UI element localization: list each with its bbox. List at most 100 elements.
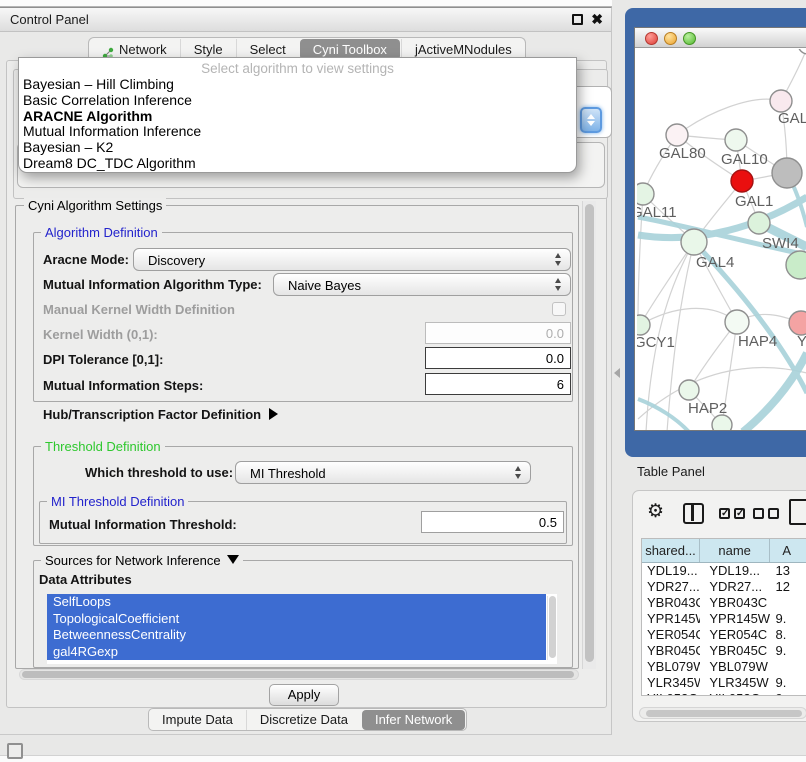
table-row[interactable]: YDR27...YDR27...12 xyxy=(642,579,806,595)
tab-infer-network[interactable]: Infer Network xyxy=(362,710,465,730)
data-attributes-list: SelfLoopsTopologicalCoefficientBetweenne… xyxy=(47,594,557,664)
table-cell: YIL052C xyxy=(700,691,771,696)
close-icon[interactable]: ✖ xyxy=(591,11,603,28)
kernel-width-label: Kernel Width (0,1): xyxy=(43,327,158,342)
zoom-traffic-light-icon[interactable] xyxy=(683,32,696,45)
network-window: GALGAL80GAL10GAL1GAL11SWI4GAL4GCY1HAP4YH… xyxy=(634,27,806,431)
column-header-partial[interactable]: A xyxy=(770,539,806,562)
network-node[interactable] xyxy=(712,415,732,430)
network-node[interactable] xyxy=(798,49,806,54)
minimized-panel-icon[interactable] xyxy=(7,743,23,759)
data-attributes-label: Data Attributes xyxy=(39,572,132,587)
table-row[interactable]: YBL079WYBL079W xyxy=(642,659,806,675)
algorithm-dropdown-popup: Select algorithm to view settings Bayesi… xyxy=(18,57,577,173)
table-row[interactable]: YBR045CYBR045C9. xyxy=(642,643,806,659)
combo-stepper-icon xyxy=(555,278,561,291)
sources-title: Sources for Network Inference xyxy=(45,553,221,568)
table-cell: YDR27... xyxy=(700,579,771,595)
sources-toggle[interactable]: Sources for Network Inference xyxy=(41,553,243,568)
algorithm-definition-title: Algorithm Definition xyxy=(41,225,162,240)
dpi-tolerance-field[interactable]: 0.0 xyxy=(425,347,571,369)
table-cell: YDL19... xyxy=(700,563,771,579)
apply-button[interactable]: Apply xyxy=(269,684,339,706)
data-attribute-item[interactable]: TopologicalCoefficient xyxy=(47,611,546,628)
aracne-mode-combobox[interactable]: Discovery xyxy=(133,248,571,271)
table-row[interactable]: YER054CYER054C8. xyxy=(642,627,806,643)
table-cell: YDL19... xyxy=(642,563,700,579)
data-attribute-item[interactable]: gal4RGexp xyxy=(47,644,546,661)
aracne-mode-value: Discovery xyxy=(148,253,205,268)
tab-label: Infer Network xyxy=(375,712,452,727)
data-attribute-item[interactable]: BetweennessCentrality xyxy=(47,627,546,644)
network-node[interactable] xyxy=(748,212,770,234)
settings-vertical-scrollbar[interactable] xyxy=(582,201,596,669)
algorithm-option[interactable]: Bayesian – Hill Climbing xyxy=(19,77,576,93)
algorithm-option[interactable]: ARACNE Algorithm xyxy=(19,109,576,125)
network-node-label: GAL11 xyxy=(637,204,677,221)
network-node[interactable] xyxy=(681,229,707,255)
algorithm-option[interactable]: Basic Correlation Inference xyxy=(19,93,576,109)
column-header-name[interactable]: name xyxy=(700,539,770,562)
network-node-label: HAP4 xyxy=(738,333,777,350)
network-node[interactable] xyxy=(772,158,802,188)
tab-discretize-data[interactable]: Discretize Data xyxy=(246,710,361,730)
table-cell: 9 xyxy=(772,691,806,696)
network-node[interactable] xyxy=(725,129,747,151)
mi-threshold-field[interactable]: 0.5 xyxy=(421,511,564,533)
network-node[interactable] xyxy=(786,251,806,279)
network-node[interactable] xyxy=(679,380,699,400)
which-threshold-label: Which threshold to use: xyxy=(85,465,233,480)
combo-stepper-icon xyxy=(515,466,521,479)
network-node[interactable] xyxy=(789,311,806,335)
columns-icon[interactable] xyxy=(683,503,704,524)
mi-steps-field[interactable]: 6 xyxy=(425,373,571,395)
network-node[interactable] xyxy=(637,183,654,205)
algorithm-combobox-stepper[interactable] xyxy=(580,107,602,133)
panel-splitter-handle[interactable] xyxy=(614,368,620,378)
tab-impute-data[interactable]: Impute Data xyxy=(149,710,246,730)
table-row[interactable]: YLR345WYLR345W9. xyxy=(642,675,806,691)
table-row[interactable]: YPR145WYPR145W9. xyxy=(642,611,806,627)
table-cell: YDR27... xyxy=(642,579,700,595)
table-row[interactable]: YBR043CYBR043C xyxy=(642,595,806,611)
settings-horizontal-scrollbar[interactable] xyxy=(19,669,579,680)
collapse-arrow-icon xyxy=(227,555,239,564)
node-table: shared... name A YDL19...YDL19...13YDR27… xyxy=(641,538,806,696)
status-bar xyxy=(0,755,806,762)
float-window-icon[interactable] xyxy=(572,14,583,25)
network-node[interactable] xyxy=(666,124,688,146)
select-all-icon[interactable]: ✓✓ xyxy=(719,508,745,519)
data-attribute-item[interactable]: SelfLoops xyxy=(47,594,546,611)
network-node-label: GAL10 xyxy=(721,151,768,168)
table-cell: 9. xyxy=(772,675,806,691)
table-cell xyxy=(772,659,806,675)
hub-definition-toggle[interactable]: Hub/Transcription Factor Definition xyxy=(43,407,278,422)
network-window-titlebar[interactable] xyxy=(635,28,806,48)
table-panel-title: Table Panel xyxy=(637,464,705,479)
network-node[interactable] xyxy=(731,170,753,192)
gear-icon[interactable]: ⚙ xyxy=(647,500,664,523)
algorithm-option[interactable]: Mutual Information Inference xyxy=(19,124,576,140)
attributes-scrollbar[interactable] xyxy=(547,596,556,660)
manual-kernel-checkbox[interactable] xyxy=(552,302,566,316)
column-header-shared-name[interactable]: shared... xyxy=(642,539,700,562)
minimize-traffic-light-icon[interactable] xyxy=(664,32,677,45)
close-traffic-light-icon[interactable] xyxy=(645,32,658,45)
table-row[interactable]: YIL052CYIL052C9 xyxy=(642,691,806,696)
table-cell: YER054C xyxy=(642,627,700,643)
which-threshold-combobox[interactable]: MI Threshold xyxy=(235,461,531,484)
deselect-all-icon[interactable] xyxy=(753,508,779,519)
network-canvas[interactable]: GALGAL80GAL10GAL1GAL11SWI4GAL4GCY1HAP4YH… xyxy=(637,49,806,430)
algorithm-option[interactable]: Bayesian – K2 xyxy=(19,140,576,156)
network-node[interactable] xyxy=(770,90,792,112)
network-node[interactable] xyxy=(637,315,650,335)
mi-type-combobox[interactable]: Naive Bayes xyxy=(273,273,571,296)
algorithm-option[interactable]: Dream8 DC_TDC Algorithm xyxy=(19,156,576,172)
control-panel-title: Control Panel xyxy=(10,12,89,27)
kernel-width-field[interactable]: 0.0 xyxy=(425,322,571,344)
network-node[interactable] xyxy=(725,310,749,334)
page-icon[interactable] xyxy=(789,499,806,525)
table-horizontal-scrollbar[interactable] xyxy=(639,707,806,719)
table-row[interactable]: YDL19...YDL19...13 xyxy=(642,563,806,579)
table-cell: 13 xyxy=(772,563,806,579)
